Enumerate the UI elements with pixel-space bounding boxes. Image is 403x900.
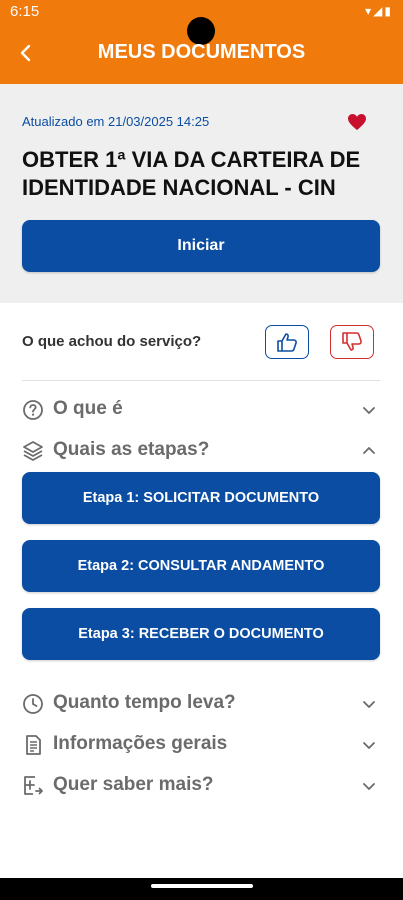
favorite-button[interactable] (347, 113, 367, 131)
home-gesture-handle[interactable] (151, 884, 253, 888)
step-2-button[interactable]: Etapa 2: CONSULTAR ANDAMENTO (22, 540, 380, 592)
document-icon (26, 735, 41, 755)
step-3-button[interactable]: Etapa 3: RECEBER O DOCUMENTO (22, 608, 380, 660)
status-icons: ▾◢▮ (365, 4, 393, 18)
thumbs-up-icon (277, 333, 297, 352)
chevron-down-icon (363, 742, 375, 749)
status-time: 6:15 (10, 3, 40, 20)
service-title: OBTER 1ª VIA DA CARTEIRA DE IDENTIDADE N… (22, 147, 361, 200)
feedback-question: O que achou do serviço? (22, 333, 202, 350)
clock-icon (23, 694, 43, 714)
divider (22, 380, 380, 381)
accordion-steps-label: Quais as etapas? (53, 439, 210, 460)
accordion-more[interactable]: Quer saber mais? (22, 772, 380, 800)
heart-icon (348, 114, 366, 130)
updated-timestamp: Atualizado em 21/03/2025 14:25 (22, 114, 210, 129)
layers-icon (23, 441, 43, 461)
chevron-down-icon (363, 701, 375, 708)
accordion-time[interactable]: Quanto tempo leva? (22, 690, 380, 718)
chevron-down-icon (363, 783, 375, 790)
accordion-what[interactable]: O que é (22, 396, 380, 424)
accordion-steps[interactable]: Quais as etapas? (22, 437, 380, 465)
chevron-down-icon (363, 407, 375, 414)
accordion-what-label: O que é (53, 398, 123, 419)
chevron-up-icon (363, 447, 375, 454)
like-button[interactable] (265, 325, 309, 359)
accordion-info-label: Informações gerais (53, 733, 228, 754)
step-1-button[interactable]: Etapa 1: SOLICITAR DOCUMENTO (22, 472, 380, 524)
accordion-more-label: Quer saber mais? (53, 774, 214, 795)
dislike-button[interactable] (330, 325, 374, 359)
system-nav-bar (0, 878, 403, 900)
thumbs-down-icon (342, 332, 362, 351)
accordion-info[interactable]: Informações gerais (22, 731, 380, 759)
start-button[interactable]: Iniciar (22, 220, 380, 272)
help-circle-icon (23, 400, 43, 420)
add-box-arrow-icon (24, 776, 43, 795)
page-title: MEUS DOCUMENTOS (97, 41, 306, 63)
accordion-time-label: Quanto tempo leva? (53, 692, 236, 713)
